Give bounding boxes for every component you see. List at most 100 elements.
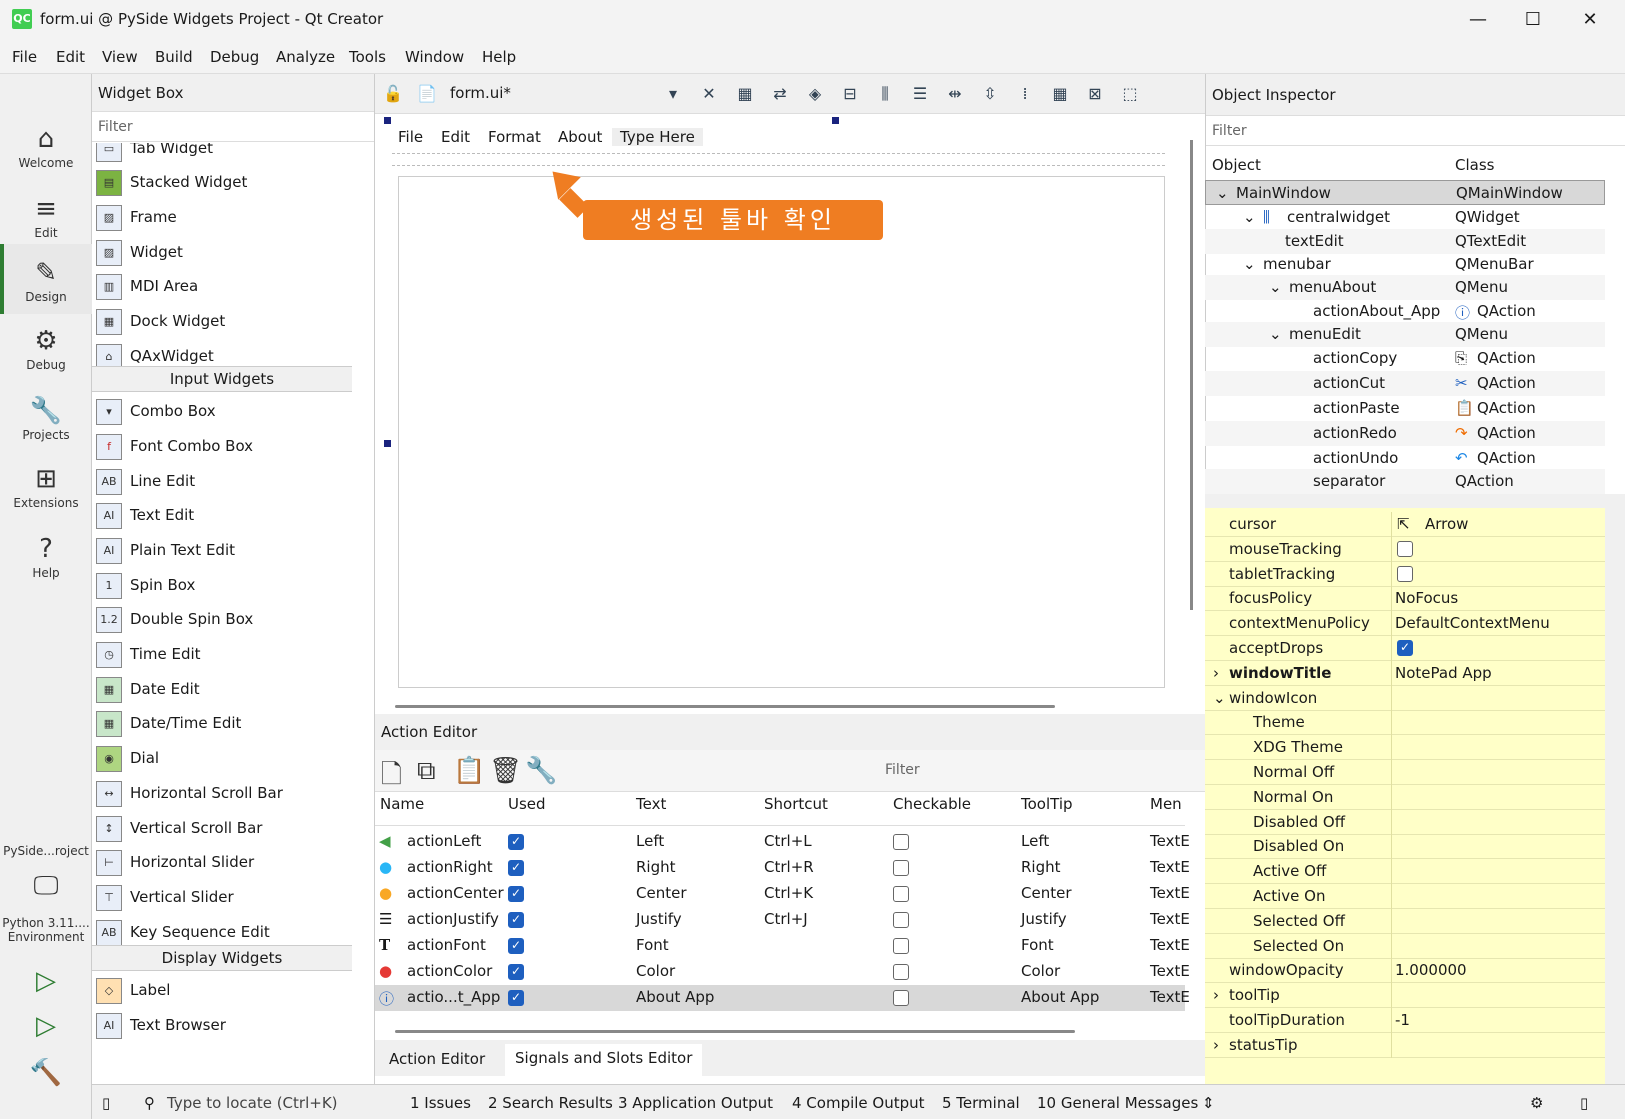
mode-debug[interactable]: ⚙ Debug	[0, 324, 92, 372]
property-row[interactable]: Selected Off	[1205, 908, 1605, 934]
object-filter-input[interactable]: Filter	[1206, 116, 1625, 146]
monitor-icon[interactable]: 🖵	[0, 869, 92, 903]
menu-build[interactable]: Build	[155, 48, 193, 66]
category-display-widgets[interactable]: Display Widgets	[92, 945, 352, 971]
widget-item[interactable]: AB Key Sequence Edit	[96, 915, 352, 949]
minimize-icon[interactable]: —	[1458, 6, 1498, 34]
widget-item[interactable]: ▦ Date/Time Edit	[96, 706, 352, 740]
configure-action-icon[interactable]: 🔧	[525, 756, 557, 786]
pane-terminal[interactable]: 5 Terminal	[942, 1094, 1020, 1112]
property-row[interactable]: windowOpacity 1.000000	[1205, 958, 1605, 984]
property-row[interactable]: XDG Theme	[1205, 735, 1605, 761]
object-row[interactable]: ⌄ ⫼ centralwidget QWidget	[1205, 205, 1605, 230]
used-checkbox[interactable]	[508, 860, 524, 876]
used-checkbox[interactable]	[508, 938, 524, 954]
property-row[interactable]: focusPolicy NoFocus	[1205, 586, 1605, 612]
expand-icon[interactable]: ›	[1213, 986, 1219, 1004]
file-name[interactable]: form.ui*	[450, 84, 511, 102]
property-row[interactable]: tabletTracking	[1205, 561, 1605, 587]
checkable-checkbox[interactable]	[893, 912, 909, 928]
object-row[interactable]: textEdit QTextEdit	[1205, 229, 1605, 254]
col-text[interactable]: Text	[636, 795, 666, 813]
property-row[interactable]: mouseTracking	[1205, 536, 1605, 562]
widget-item[interactable]: AB Line Edit	[96, 464, 352, 498]
pane-application-output[interactable]: 3 Application Output	[618, 1094, 773, 1112]
menu-edit[interactable]: Edit	[56, 48, 85, 66]
property-row[interactable]: Theme	[1205, 710, 1605, 736]
mode-extensions[interactable]: ⊞ Extensions	[0, 462, 92, 510]
layout-grid-icon[interactable]: ▦	[1048, 82, 1072, 106]
expand-icon[interactable]: ⌄	[1213, 689, 1226, 707]
col-name[interactable]: Name	[380, 795, 424, 813]
checkable-checkbox[interactable]	[893, 990, 909, 1006]
widget-item[interactable]: ◉ Dial	[96, 741, 352, 775]
layout-horizontal-icon[interactable]: ⫼	[873, 82, 897, 106]
menu-debug[interactable]: Debug	[210, 48, 259, 66]
property-checkbox[interactable]	[1397, 640, 1413, 656]
col-checkable[interactable]: Checkable	[893, 795, 971, 813]
pane-search-results[interactable]: 2 Search Results	[488, 1094, 613, 1112]
pane-general-messages[interactable]: 10 General Messages	[1037, 1094, 1198, 1112]
widget-item[interactable]: ▨ Widget	[96, 235, 352, 269]
widget-item[interactable]: ▥ MDI Area	[96, 269, 352, 303]
widget-item[interactable]: AI Plain Text Edit	[96, 533, 352, 567]
widget-item[interactable]: AI Text Browser	[96, 1008, 352, 1042]
python-environment[interactable]: Python 3.11.... Environment	[0, 916, 92, 944]
widget-item[interactable]: f Font Combo Box	[96, 429, 352, 463]
locate-input[interactable]: Type to locate (Ctrl+K)	[167, 1094, 338, 1112]
col-used[interactable]: Used	[508, 795, 546, 813]
menu-view[interactable]: View	[102, 48, 138, 66]
property-row[interactable]: Normal Off	[1205, 760, 1605, 785]
mode-edit[interactable]: ≡ Edit	[0, 192, 92, 240]
right-sidebar-toggle-icon[interactable]: ▯	[1580, 1094, 1588, 1112]
property-value[interactable]: NoFocus	[1395, 589, 1458, 607]
chevron-down-icon[interactable]: ▾	[661, 82, 685, 106]
property-value[interactable]: 1.000000	[1395, 961, 1467, 979]
pane-compile-output[interactable]: 4 Compile Output	[792, 1094, 925, 1112]
menu-analyze[interactable]: Analyze	[276, 48, 335, 66]
form-menu-type-here[interactable]: Type Here	[612, 128, 703, 146]
checkable-checkbox[interactable]	[893, 886, 909, 902]
widget-item[interactable]: ◇ Label	[96, 973, 352, 1007]
object-row[interactable]: ⌄ menuEdit QMenu	[1205, 322, 1605, 347]
tab-signals-slots[interactable]: Signals and Slots Editor	[505, 1044, 703, 1076]
action-row[interactable]: ☰ actionJustify Justify Ctrl+J Justify T…	[375, 907, 1190, 933]
break-layout-icon[interactable]: ⊠	[1083, 82, 1107, 106]
property-row[interactable]: Active On	[1205, 884, 1605, 909]
form-menu-edit[interactable]: Edit	[441, 128, 470, 146]
progress-icon[interactable]: ⚙	[1530, 1094, 1543, 1112]
col-menu[interactable]: Men	[1150, 795, 1182, 813]
property-row[interactable]: Normal On	[1205, 784, 1605, 810]
property-row[interactable]: toolTipDuration -1	[1205, 1008, 1605, 1033]
selection-handle[interactable]	[384, 440, 391, 447]
widget-item[interactable]: ↕ Vertical Scroll Bar	[96, 811, 352, 845]
object-row[interactable]: actionAbout_App ⓘ QAction	[1205, 299, 1605, 324]
widget-item[interactable]: ▦ Dock Widget	[96, 304, 352, 338]
checkable-checkbox[interactable]	[893, 860, 909, 876]
action-h-scrollbar[interactable]	[395, 1030, 1075, 1033]
close-document-icon[interactable]: ✕	[697, 82, 721, 106]
adjust-size-icon[interactable]: ⬚	[1118, 82, 1142, 106]
action-row[interactable]: ● actionColor Color Color TextE	[375, 959, 1190, 985]
close-icon[interactable]: ✕	[1570, 6, 1610, 34]
action-row[interactable]: ◀ actionLeft Left Ctrl+L Left TextE	[375, 829, 1190, 855]
property-row[interactable]: Disabled Off	[1205, 809, 1605, 835]
col-tooltip[interactable]: ToolTip	[1021, 795, 1073, 813]
menu-tools[interactable]: Tools	[349, 48, 386, 66]
action-row[interactable]: T actionFont Font Font TextE	[375, 933, 1190, 959]
pane-chevron-icon[interactable]: ⇕	[1202, 1094, 1215, 1112]
property-row[interactable]: cursor ⇱ Arrow	[1205, 512, 1605, 537]
mode-design[interactable]: ✎ Design	[0, 244, 92, 314]
debug-run-icon[interactable]: ▷	[0, 1009, 92, 1043]
project-name[interactable]: PySide...roject	[0, 844, 92, 858]
edit-tab-order-icon[interactable]: ⊟	[838, 82, 862, 106]
menu-file[interactable]: File	[12, 48, 37, 66]
property-row[interactable]: Active Off	[1205, 859, 1605, 885]
menu-window[interactable]: Window	[405, 48, 464, 66]
property-row[interactable]: contextMenuPolicy DefaultContextMenu	[1205, 611, 1605, 637]
widget-item[interactable]: ▤ Stacked Widget	[96, 165, 352, 199]
form-menu-file[interactable]: File	[398, 128, 423, 146]
menu-help[interactable]: Help	[482, 48, 516, 66]
used-checkbox[interactable]	[508, 886, 524, 902]
selection-handle[interactable]	[832, 117, 839, 124]
